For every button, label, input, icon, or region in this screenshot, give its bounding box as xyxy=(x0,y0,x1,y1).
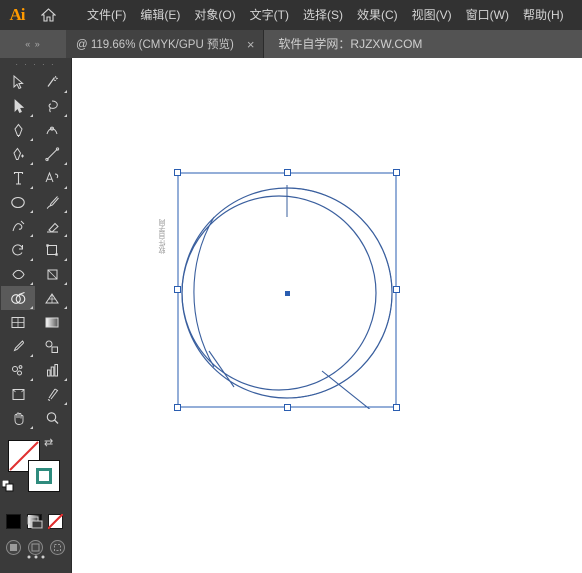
mesh-tool[interactable] xyxy=(1,310,35,334)
document-tab-bar: « » @ 119.66% (CMYK/GPU 预览) × 软件自学网：RJZX… xyxy=(0,30,582,58)
stroke-color-swatch[interactable] xyxy=(28,460,60,492)
slice-tool[interactable] xyxy=(35,382,69,406)
tool-corner-marker xyxy=(30,426,33,429)
selection-tool[interactable] xyxy=(1,70,35,94)
column-graph-tool[interactable] xyxy=(35,358,69,382)
default-colors-icon[interactable] xyxy=(2,480,14,492)
tool-corner-marker xyxy=(30,186,33,189)
shape-builder-tool[interactable] xyxy=(1,286,35,310)
selection-handle-top-left[interactable] xyxy=(174,169,181,176)
arrange-icon[interactable] xyxy=(27,516,45,535)
menu-items: 文件(F) 编辑(E) 对象(O) 文字(T) 选择(S) 效果(C) 视图(V… xyxy=(80,0,571,30)
selection-handle-top-right[interactable] xyxy=(393,169,400,176)
artwork-vector xyxy=(177,172,397,412)
tool-corner-marker xyxy=(64,378,67,381)
symbol-sprayer-tool[interactable] xyxy=(1,358,35,382)
tools-panel-grip[interactable]: · · · · · xyxy=(0,58,71,70)
tool-corner-marker xyxy=(30,210,33,213)
tool-grid xyxy=(0,70,71,430)
artwork-side-label: 软件自学网 xyxy=(159,219,166,254)
illustrator-window: Ai 文件(F) 编辑(E) 对象(O) 文字(T) 选择(S) 效果(C) 视… xyxy=(0,0,582,573)
tab-nav-arrows[interactable]: « » xyxy=(0,30,66,58)
ellipse-tool[interactable] xyxy=(1,190,35,214)
tab-nav-arrows-label: « » xyxy=(25,39,41,49)
app-logo: Ai xyxy=(9,5,26,24)
tool-corner-marker xyxy=(30,138,33,141)
menu-bar: Ai 文件(F) 编辑(E) 对象(O) 文字(T) 选择(S) 效果(C) 视… xyxy=(0,0,582,30)
width-tool[interactable] xyxy=(1,262,35,286)
shaper-tool[interactable] xyxy=(1,214,35,238)
menu-item-view[interactable]: 视图(V) xyxy=(405,0,459,30)
menu-item-type[interactable]: 文字(T) xyxy=(243,0,296,30)
menu-item-effect[interactable]: 效果(C) xyxy=(350,0,405,30)
direct-selection-tool[interactable] xyxy=(1,94,35,118)
tools-panel: · · · · · ⇄ xyxy=(0,58,72,573)
eyedropper-tool[interactable] xyxy=(1,334,35,358)
curvature-tool[interactable] xyxy=(35,118,69,142)
rotate-tool[interactable] xyxy=(1,238,35,262)
tool-corner-marker xyxy=(64,306,67,309)
close-icon[interactable]: × xyxy=(244,38,258,51)
magic-wand-tool[interactable] xyxy=(35,70,69,94)
selection-handle-bottom-right[interactable] xyxy=(393,404,400,411)
tool-corner-marker xyxy=(64,234,67,237)
selection-handle-top-center[interactable] xyxy=(284,169,291,176)
stroke-color-hole xyxy=(39,471,49,481)
toolbar-bottom xyxy=(0,516,72,565)
document-tab[interactable]: @ 119.66% (CMYK/GPU 预览) × xyxy=(66,30,265,58)
selection-handle-middle-right[interactable] xyxy=(393,286,400,293)
tool-corner-marker xyxy=(64,210,67,213)
zoom-tool[interactable] xyxy=(35,406,69,430)
tool-corner-marker xyxy=(30,114,33,117)
tool-corner-marker xyxy=(30,162,33,165)
watermark-text: 软件自学网：RJZXW.COM xyxy=(278,37,423,51)
artboard-tool[interactable] xyxy=(1,382,35,406)
menu-item-help[interactable]: 帮助(H) xyxy=(516,0,571,30)
blend-tool[interactable] xyxy=(35,334,69,358)
artwork-selection[interactable]: 软件自学网 xyxy=(159,169,400,412)
touch-type-tool[interactable] xyxy=(35,166,69,190)
selection-handle-middle-left[interactable] xyxy=(174,286,181,293)
menu-item-window[interactable]: 窗口(W) xyxy=(459,0,516,30)
tool-corner-marker xyxy=(64,90,67,93)
menu-item-select[interactable]: 选择(S) xyxy=(296,0,350,30)
tool-corner-marker xyxy=(64,186,67,189)
color-controls: ⇄ xyxy=(0,436,71,555)
more-options-icon[interactable] xyxy=(26,547,46,565)
tool-corner-marker xyxy=(30,378,33,381)
type-tool[interactable] xyxy=(1,166,35,190)
tool-corner-marker xyxy=(64,402,67,405)
document-tab-label: @ 119.66% (CMYK/GPU 预览) xyxy=(76,39,234,51)
selection-handle-bottom-left[interactable] xyxy=(174,404,181,411)
perspective-grid-tool[interactable] xyxy=(35,286,69,310)
menu-item-file[interactable]: 文件(F) xyxy=(80,0,133,30)
home-icon[interactable] xyxy=(34,0,62,30)
gradient-tool[interactable] xyxy=(35,310,69,334)
eraser-tool[interactable] xyxy=(35,214,69,238)
tool-corner-marker xyxy=(64,258,67,261)
menu-item-edit[interactable]: 编辑(E) xyxy=(133,0,187,30)
lasso-tool[interactable] xyxy=(35,94,69,118)
add-anchor-point-tool[interactable] xyxy=(1,142,35,166)
canvas-area[interactable]: 软件自学网 xyxy=(72,58,582,573)
selection-handle-bottom-center[interactable] xyxy=(284,404,291,411)
tool-corner-marker xyxy=(64,114,67,117)
swap-fill-stroke-icon[interactable]: ⇄ xyxy=(44,436,53,449)
tool-corner-marker xyxy=(30,282,33,285)
tool-corner-marker xyxy=(30,258,33,261)
selection-center-point xyxy=(285,291,290,296)
hand-tool[interactable] xyxy=(1,406,35,430)
tool-corner-marker xyxy=(30,306,33,309)
tool-corner-marker xyxy=(30,234,33,237)
pen-tool[interactable] xyxy=(1,118,35,142)
paintbrush-tool[interactable] xyxy=(35,190,69,214)
menu-item-object[interactable]: 对象(O) xyxy=(187,0,242,30)
tool-corner-marker xyxy=(30,354,33,357)
tool-corner-marker xyxy=(64,162,67,165)
free-transform-tool[interactable] xyxy=(35,262,69,286)
line-segment-tool[interactable] xyxy=(35,142,69,166)
scale-tool[interactable] xyxy=(35,238,69,262)
tool-corner-marker xyxy=(64,282,67,285)
